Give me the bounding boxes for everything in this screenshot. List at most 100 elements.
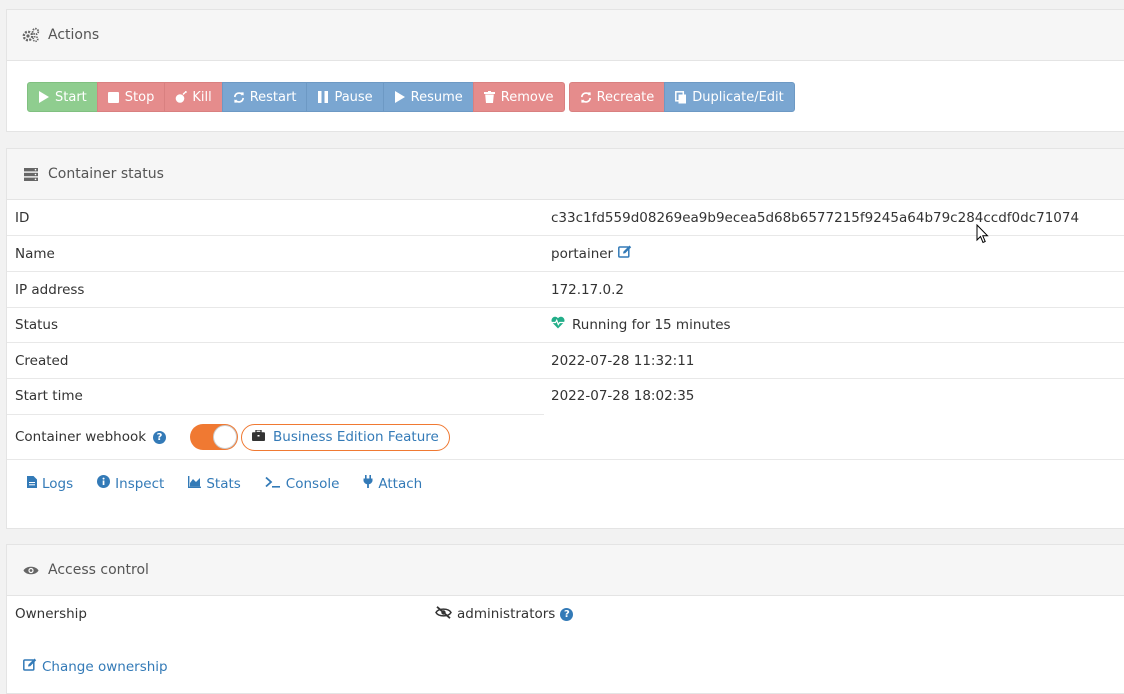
remove-button-label: Remove	[500, 89, 554, 105]
status-row: Status Running for 15 minutes	[7, 307, 1124, 343]
help-icon[interactable]: ?	[560, 607, 574, 621]
recreate-button[interactable]: Recreate	[568, 82, 666, 112]
area-chart-icon	[188, 475, 202, 492]
stop-button-label: Stop	[124, 89, 155, 105]
eye-icon	[22, 561, 40, 579]
duplicate-edit-button[interactable]: Duplicate/Edit	[664, 82, 795, 112]
webhook-row: Container webhook ? Business Edition Fea…	[7, 415, 1124, 460]
business-edition-text: Business Edition Feature	[273, 429, 439, 445]
edit-icon	[23, 658, 37, 675]
heartbeat-icon	[551, 316, 565, 333]
attach-link-text: Attach	[378, 475, 423, 492]
start-time-row: Start time 2022-07-28 18:02:35	[7, 378, 1124, 414]
name-row: Name portainer	[7, 236, 1124, 272]
recreate-button-group: Recreate Duplicate/Edit	[568, 82, 795, 112]
name-value: portainer	[551, 245, 632, 262]
container-status-header: Container status	[7, 149, 1124, 200]
trash-icon	[484, 91, 496, 103]
start-time-value: 2022-07-28 18:02:35	[551, 388, 695, 404]
briefcase-icon	[252, 429, 265, 445]
kill-button-label: Kill	[192, 89, 212, 105]
id-label: ID	[15, 209, 30, 226]
pause-button-label: Pause	[334, 89, 373, 105]
logs-link-text: Logs	[42, 475, 74, 492]
lifecycle-button-group: Start Stop Kill Restart Pause Resume Rem…	[27, 82, 565, 112]
container-status-panel: Container status ID c33c1fd559d08269ea9b…	[6, 148, 1124, 529]
created-label: Created	[15, 352, 69, 369]
inspect-link[interactable]: Inspect	[97, 475, 164, 492]
attach-link[interactable]: Attach	[363, 475, 422, 492]
help-icon[interactable]: ?	[153, 430, 167, 444]
server-icon	[22, 165, 40, 183]
refresh-icon	[580, 91, 592, 103]
ip-label: IP address	[15, 281, 85, 298]
start-button[interactable]: Start	[27, 82, 98, 112]
change-ownership-link[interactable]: Change ownership	[23, 658, 168, 675]
duplicate-edit-button-label: Duplicate/Edit	[692, 89, 784, 105]
ownership-value: administrators ?	[435, 605, 574, 623]
webhook-toggle[interactable]	[190, 424, 238, 450]
stats-link-text: Stats	[206, 475, 241, 492]
resume-button[interactable]: Resume	[382, 82, 474, 112]
stop-icon	[108, 91, 120, 103]
restart-button-label: Restart	[249, 89, 297, 105]
ip-row: IP address 172.17.0.2	[7, 272, 1124, 308]
console-link-text: Console	[285, 475, 340, 492]
ownership-row: Ownership administrators ?	[7, 596, 1124, 632]
resume-button-label: Resume	[410, 89, 463, 105]
kill-button[interactable]: Kill	[164, 82, 223, 112]
created-row: Created 2022-07-28 11:32:11	[7, 343, 1124, 379]
business-edition-badge[interactable]: Business Edition Feature	[241, 423, 450, 451]
plug-icon	[363, 475, 373, 492]
name-value-text: portainer	[551, 245, 614, 262]
file-icon	[27, 475, 37, 492]
actions-header: Actions	[7, 10, 1124, 61]
pause-icon	[317, 91, 329, 103]
bomb-icon	[175, 91, 188, 103]
id-row: ID c33c1fd559d08269ea9b9ecea5d68b6577215…	[7, 200, 1124, 236]
gears-icon	[22, 26, 40, 44]
webhook-controls: Business Edition Feature	[190, 423, 450, 451]
name-label: Name	[15, 245, 55, 262]
access-control-panel: Access control Ownership administrators …	[6, 544, 1124, 694]
ip-value: 172.17.0.2	[551, 281, 624, 298]
access-control-header: Access control	[7, 545, 1124, 596]
terminal-icon	[265, 476, 281, 492]
play-icon	[38, 91, 50, 103]
play-icon	[394, 91, 406, 103]
info-circle-icon	[97, 475, 111, 492]
status-value-text: Running for 15 minutes	[572, 316, 731, 333]
start-time-label: Start time	[15, 388, 83, 404]
restart-button[interactable]: Restart	[221, 82, 308, 112]
status-label: Status	[15, 316, 59, 333]
mouse-cursor-icon	[976, 223, 990, 248]
id-value: c33c1fd559d08269ea9b9ecea5d68b6577215f92…	[551, 210, 1079, 226]
actions-button-row: Start Stop Kill Restart Pause Resume Rem…	[27, 82, 795, 112]
actions-title: Actions	[48, 27, 100, 43]
logs-link[interactable]: Logs	[27, 475, 73, 492]
container-status-title: Container status	[48, 166, 164, 182]
console-link[interactable]: Console	[265, 475, 340, 492]
stats-link[interactable]: Stats	[188, 475, 241, 492]
ownership-label: Ownership	[15, 606, 87, 622]
actions-panel: Actions Start Stop Kill Restart Pause Re…	[6, 9, 1124, 132]
ownership-value-text: administrators	[457, 606, 556, 622]
refresh-icon	[233, 91, 245, 103]
eye-slash-icon	[435, 605, 452, 623]
remove-button[interactable]: Remove	[472, 82, 565, 112]
copy-icon	[675, 90, 687, 103]
id-value-text: c33c1fd559d08269ea9b9ecea5d68b6577215f92…	[551, 209, 1080, 226]
container-links: Logs Inspect Stats Console Attach	[27, 475, 422, 492]
recreate-button-label: Recreate	[596, 89, 655, 105]
created-value: 2022-07-28 11:32:11	[551, 352, 695, 369]
start-button-label: Start	[55, 89, 87, 105]
webhook-label-wrap: Container webhook ?	[15, 429, 167, 445]
stop-button[interactable]: Stop	[96, 82, 166, 112]
webhook-label: Container webhook	[15, 429, 147, 445]
toggle-knob	[213, 425, 237, 449]
edit-icon[interactable]	[618, 245, 632, 262]
access-control-title: Access control	[48, 562, 149, 578]
pause-button[interactable]: Pause	[306, 82, 384, 112]
change-ownership-text: Change ownership	[42, 658, 168, 675]
inspect-link-text: Inspect	[115, 475, 165, 492]
